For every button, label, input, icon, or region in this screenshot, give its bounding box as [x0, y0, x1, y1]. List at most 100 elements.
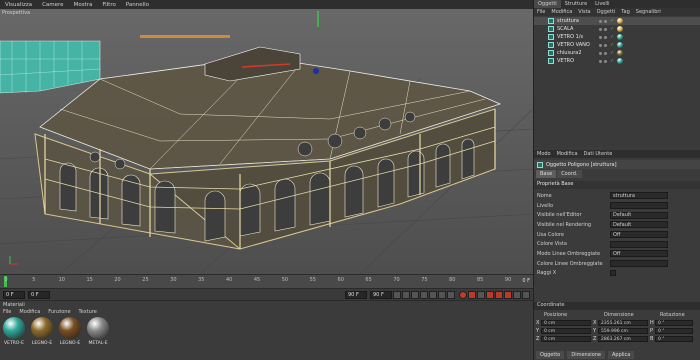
- attribute-value-field[interactable]: [610, 240, 668, 248]
- object-row[interactable]: VETRO 1/s ✓: [534, 33, 700, 41]
- rotation-field[interactable]: 0 °: [655, 320, 693, 326]
- attribute-value-field[interactable]: [610, 260, 668, 268]
- rotation-key-button[interactable]: [495, 290, 503, 299]
- polygon-object-icon: [548, 42, 554, 48]
- visibility-dots-icon[interactable]: [599, 43, 607, 47]
- next-frame-button[interactable]: [429, 290, 437, 299]
- position-field[interactable]: 0 cm: [541, 320, 591, 326]
- object-menu-modifica[interactable]: Modifica: [551, 9, 572, 15]
- material-tag-icon[interactable]: [617, 26, 624, 32]
- material-tag-icon[interactable]: [617, 34, 624, 40]
- material-tag-icon[interactable]: [617, 18, 624, 24]
- max-frame-field[interactable]: 90 F: [370, 290, 392, 299]
- next-key-button[interactable]: [438, 290, 446, 299]
- tab-oggetti[interactable]: Oggetti: [534, 0, 561, 8]
- object-menu-oggetti[interactable]: Oggetti: [597, 9, 616, 15]
- timeline-tick-label: 65: [365, 277, 372, 283]
- material-menu-file[interactable]: File: [3, 309, 11, 315]
- position-field[interactable]: 0 cm: [541, 336, 591, 342]
- 3d-viewport[interactable]: Prospettiva: [0, 9, 533, 274]
- material-tag-icon[interactable]: [617, 42, 624, 48]
- material-swatch[interactable]: LEGNO-E: [58, 317, 82, 346]
- apply-button[interactable]: Applica: [608, 351, 635, 359]
- visibility-dots-icon[interactable]: [599, 35, 607, 39]
- current-frame-field[interactable]: 0 F: [28, 290, 50, 299]
- enabled-check-icon[interactable]: ✓: [610, 42, 614, 48]
- visibility-dots-icon[interactable]: [599, 59, 607, 63]
- end-frame-field[interactable]: 90 F: [345, 290, 367, 299]
- attribute-value-field[interactable]: Default: [610, 211, 668, 219]
- rotation-field[interactable]: 0 °: [655, 328, 693, 334]
- attribute-value-field[interactable]: Default: [610, 221, 668, 229]
- keyframe-button[interactable]: [477, 290, 485, 299]
- object-row[interactable]: VETRO VANO ✓: [534, 41, 700, 49]
- tab-coord[interactable]: Coord.: [557, 170, 582, 178]
- options-button[interactable]: [522, 290, 530, 299]
- play-button[interactable]: [420, 290, 428, 299]
- position-field[interactable]: 0 cm: [541, 328, 591, 334]
- menu-item-filtro[interactable]: Filtro: [102, 2, 115, 8]
- prev-frame-button[interactable]: [411, 290, 419, 299]
- enabled-check-icon[interactable]: ✓: [610, 34, 614, 40]
- enabled-check-icon[interactable]: ✓: [610, 26, 614, 32]
- material-swatch[interactable]: METAL-E: [86, 317, 110, 346]
- attribute-value-field[interactable]: [610, 202, 668, 210]
- attribute-label: Raggi X: [537, 270, 557, 277]
- attr-menu-modo[interactable]: Modo: [537, 151, 551, 157]
- attribute-value-field[interactable]: struttura: [610, 192, 668, 200]
- scale-key-button[interactable]: [504, 290, 512, 299]
- enabled-check-icon[interactable]: ✓: [610, 50, 614, 56]
- param-key-button[interactable]: [513, 290, 521, 299]
- material-swatch[interactable]: LEGNO-E: [30, 317, 54, 346]
- attribute-value-field[interactable]: Off: [610, 250, 668, 258]
- object-menu-file[interactable]: File: [537, 9, 545, 15]
- tab-strutture[interactable]: Strutture: [561, 0, 591, 8]
- polygon-object-icon: [548, 50, 554, 56]
- menu-item-mostra[interactable]: Mostra: [74, 2, 93, 8]
- material-menu-funzione[interactable]: Funzione: [48, 309, 70, 315]
- visibility-dots-icon[interactable]: [599, 19, 607, 23]
- timeline[interactable]: 0 5 10 15 20 25 30 35 40 45 50 55 60 65 70 75 80 85 90 0 F: [0, 274, 533, 288]
- position-key-button[interactable]: [486, 290, 494, 299]
- autokey-button[interactable]: [468, 290, 476, 299]
- attribute-checkbox[interactable]: [610, 270, 616, 277]
- go-start-button[interactable]: [393, 290, 401, 299]
- coordinate-mode-dropdown[interactable]: Oggetto: [536, 351, 565, 359]
- size-field[interactable]: 2355.261 cm: [598, 320, 648, 326]
- menu-item-visualizza[interactable]: Visualizza: [5, 2, 32, 8]
- object-row[interactable]: SCALA ✓: [534, 25, 700, 33]
- size-field[interactable]: 2863.267 cm: [598, 336, 648, 342]
- tab-base[interactable]: Base: [536, 170, 557, 178]
- attribute-value-field[interactable]: Off: [610, 231, 668, 239]
- enabled-check-icon[interactable]: ✓: [610, 18, 614, 24]
- rotation-field[interactable]: 0 °: [655, 336, 693, 342]
- menu-item-pannello[interactable]: Pannello: [126, 2, 149, 8]
- material-swatch[interactable]: VETRO-E: [2, 317, 26, 346]
- attr-menu-modifica[interactable]: Modifica: [557, 151, 578, 157]
- object-row[interactable]: struttura ✓: [534, 17, 700, 25]
- attribute-label: Nome: [537, 192, 552, 199]
- prev-key-button[interactable]: [402, 290, 410, 299]
- menu-item-camere[interactable]: Camere: [42, 2, 63, 8]
- object-row[interactable]: VETRO ✓: [534, 57, 700, 65]
- object-menu-vista[interactable]: Vista: [578, 9, 590, 15]
- material-tag-icon[interactable]: [617, 50, 624, 56]
- go-end-button[interactable]: [447, 290, 455, 299]
- attr-menu-dati-utente[interactable]: Dati Utente: [584, 151, 613, 157]
- object-menu-tag[interactable]: Tag: [621, 9, 629, 15]
- start-frame-field[interactable]: 0 F: [3, 290, 25, 299]
- coordinate-size-dropdown[interactable]: Dimensione: [567, 351, 605, 359]
- axis-label: Z: [536, 336, 540, 342]
- object-row[interactable]: chiusura2 ✓: [534, 49, 700, 57]
- polygon-object-icon: [548, 18, 554, 24]
- size-field[interactable]: 559.996 cm: [598, 328, 648, 334]
- tab-livelli[interactable]: Livelli: [591, 0, 613, 8]
- enabled-check-icon[interactable]: ✓: [610, 58, 614, 64]
- visibility-dots-icon[interactable]: [599, 51, 607, 55]
- material-tag-icon[interactable]: [617, 58, 624, 64]
- object-menu-segnalibri[interactable]: Segnalibri: [636, 9, 661, 15]
- visibility-dots-icon[interactable]: [599, 27, 607, 31]
- material-menu-texture[interactable]: Texture: [79, 309, 97, 315]
- material-menu-modifica[interactable]: Modifica: [19, 309, 40, 315]
- record-button[interactable]: [459, 290, 467, 299]
